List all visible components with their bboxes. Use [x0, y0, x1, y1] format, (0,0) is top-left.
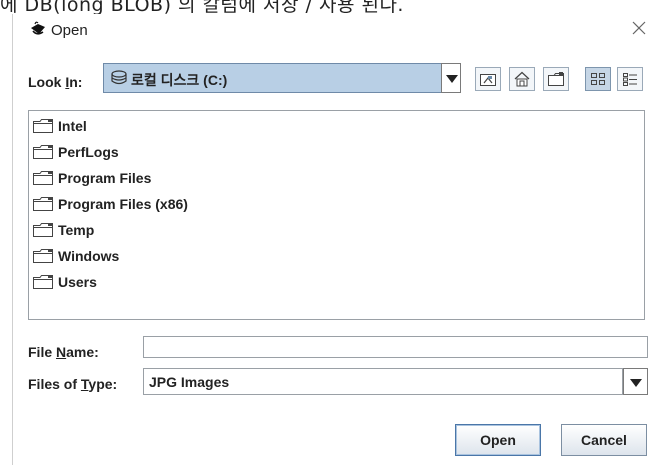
file-type-dropdown-button[interactable]	[623, 368, 648, 395]
file-type-value: JPG Images	[149, 374, 230, 390]
file-name-input[interactable]	[143, 336, 648, 358]
folder-icon	[33, 249, 53, 263]
file-list[interactable]: Intel PerfLogs Program Files Program Fil…	[28, 110, 645, 320]
window-title: Open	[51, 22, 88, 39]
file-name-label-pre: File	[28, 344, 57, 360]
look-in-value: 로컬 디스크 (C:)	[131, 72, 228, 88]
chevron-down-icon	[630, 379, 642, 387]
open-dialog: Open Look In: 로컬 디스크 (C:) Intel PerfLogs…	[12, 14, 650, 465]
new-folder-icon	[548, 72, 564, 86]
close-icon[interactable]	[631, 20, 647, 36]
new-folder-button[interactable]	[543, 67, 569, 91]
file-name-label-post: ame:	[66, 344, 99, 360]
folder-icon	[33, 197, 53, 211]
hard-drive-icon	[111, 70, 127, 85]
home-icon	[514, 71, 530, 87]
java-cup-icon	[31, 21, 45, 35]
file-name: PerfLogs	[58, 144, 119, 160]
folder-icon	[33, 119, 53, 133]
details-view-button[interactable]	[617, 67, 643, 91]
up-folder-icon	[480, 74, 496, 86]
look-in-dropdown-button[interactable]	[441, 63, 461, 93]
file-name: Intel	[58, 118, 87, 134]
background-window-text: 에 DB(long BLOB) 의 칼럼에 저장 / 사용 된다.	[0, 0, 650, 14]
file-type-label-pre: Files of	[28, 376, 81, 392]
details-view-icon	[623, 73, 637, 86]
file-type-combo[interactable]: JPG Images	[143, 368, 623, 395]
file-name: Program Files (x86)	[58, 196, 188, 212]
title-bar: Open	[13, 14, 650, 48]
open-button[interactable]: Open	[455, 424, 541, 456]
list-view-button[interactable]	[585, 67, 611, 91]
list-view-icon	[591, 73, 605, 85]
file-name-label: File Name:	[28, 344, 99, 360]
home-button[interactable]	[509, 67, 535, 91]
background-text: 에 DB(long BLOB) 의 칼럼에 저장 / 사용 된다.	[0, 0, 404, 14]
folder-icon	[33, 145, 53, 159]
folder-icon	[33, 275, 53, 289]
file-name: Users	[58, 274, 97, 290]
look-in-label-post: n:	[69, 74, 83, 90]
file-type-label-post: ype:	[88, 376, 118, 392]
file-name: Temp	[58, 222, 95, 238]
file-name-label-mnemonic: N	[56, 344, 67, 360]
folder-icon	[33, 171, 53, 185]
look-in-label-pre: Look	[28, 74, 66, 90]
look-in-combo[interactable]: 로컬 디스크 (C:)	[103, 63, 455, 93]
chevron-down-icon	[446, 75, 458, 83]
file-name: Program Files	[58, 170, 152, 186]
file-name: Windows	[58, 248, 120, 264]
file-type-label: Files of Type:	[28, 376, 117, 392]
cancel-button[interactable]: Cancel	[561, 424, 647, 456]
folder-icon	[33, 223, 53, 237]
up-one-level-button[interactable]	[475, 67, 501, 91]
look-in-label: Look In:	[28, 74, 82, 90]
